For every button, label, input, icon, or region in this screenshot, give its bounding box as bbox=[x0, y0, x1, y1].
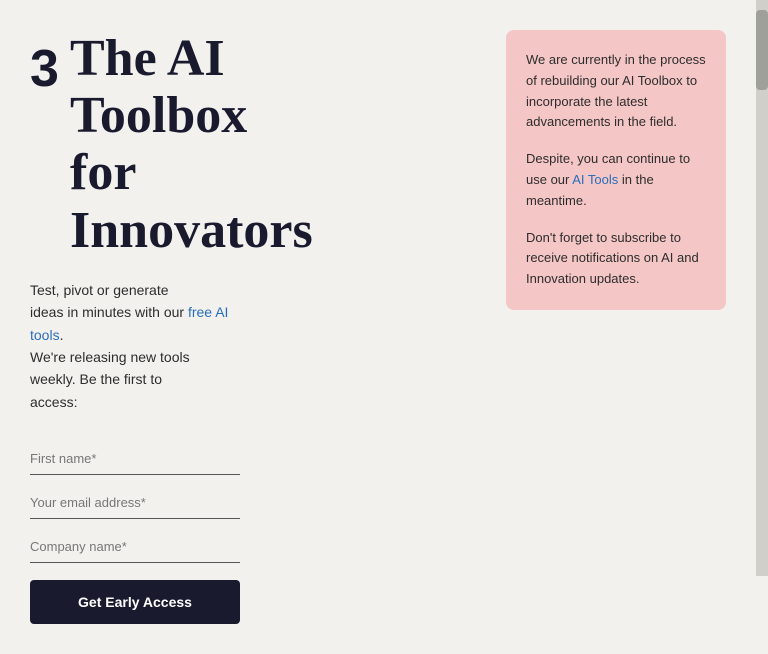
company-input[interactable] bbox=[30, 531, 240, 563]
subtitle-line2: ideas in minutes with our bbox=[30, 304, 184, 320]
ai-tools-link[interactable]: AI Tools bbox=[572, 172, 618, 187]
scrollbar-thumb[interactable] bbox=[756, 10, 768, 90]
page-container: 3 The AI Toolbox for Innovators Test, pi… bbox=[0, 0, 756, 654]
left-section: 3 The AI Toolbox for Innovators Test, pi… bbox=[30, 30, 476, 624]
email-input[interactable] bbox=[30, 487, 240, 519]
svg-text:3: 3 bbox=[30, 40, 59, 98]
right-section: We are currently in the process of rebui… bbox=[506, 30, 726, 624]
subtitle-line6: access: bbox=[30, 394, 77, 410]
first-name-input[interactable] bbox=[30, 443, 240, 475]
subtitle-text: Test, pivot or generate ideas in minutes… bbox=[30, 279, 240, 413]
subtitle-line4: We're releasing new tools bbox=[30, 349, 190, 365]
logo-icon: 3 bbox=[30, 38, 60, 98]
submit-button[interactable]: Get Early Access bbox=[30, 580, 240, 624]
subtitle-line5: weekly. Be the first to bbox=[30, 371, 162, 387]
main-title: The AI Toolbox for Innovators bbox=[70, 30, 313, 259]
scrollbar[interactable] bbox=[756, 0, 768, 576]
form-section: Get Early Access bbox=[30, 443, 240, 624]
notice-box: We are currently in the process of rebui… bbox=[506, 30, 726, 310]
subtitle-line1: Test, pivot or generate bbox=[30, 282, 169, 298]
notice-paragraph-2: Despite, you can continue to use our AI … bbox=[526, 149, 706, 211]
logo-title-row: 3 The AI Toolbox for Innovators bbox=[30, 30, 476, 259]
notice-paragraph-1: We are currently in the process of rebui… bbox=[526, 50, 706, 133]
notice-paragraph-3: Don't forget to subscribe to receive not… bbox=[526, 228, 706, 290]
